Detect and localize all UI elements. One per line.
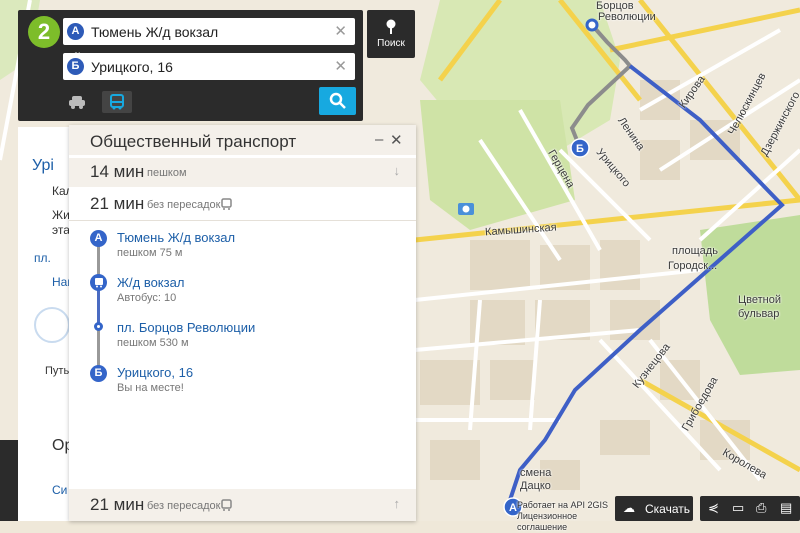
map-label-cvetnoy: Цветной [738,294,781,306]
route-icon[interactable] [34,307,70,343]
bus-icon [221,198,232,213]
step-title[interactable]: пл. Борцов Революции [117,320,255,335]
license-link[interactable]: Лицензионное соглашение [495,511,615,533]
cloud-download-icon: ☁ [623,501,635,515]
info-icon[interactable]: ▤ [780,500,792,516]
option-note: пешком [147,167,187,179]
car-icon [69,96,85,109]
step-sub: пешком 530 м [117,337,189,349]
place-line: эта [52,223,70,237]
2gis-logo[interactable]: 2 [28,16,60,48]
transport-header: Общественный транспорт – ✕ [69,125,416,155]
route-search-panel: 2 А Тюмень Ж/д вокзал ✕ ⇅ Б Урицкого, 16… [18,10,363,121]
route-to-input[interactable]: Урицкого, 16 [91,59,173,75]
comment-icon[interactable]: ▭ [732,500,744,516]
map-credits: Работает на API 2GIS Лицензионное соглаш… [495,496,615,532]
route-from-input[interactable]: Тюмень Ж/д вокзал [91,24,218,40]
bus-icon [221,499,232,514]
route-from-field[interactable]: А Тюмень Ж/д вокзал ✕ [63,18,355,45]
route-caption: Путь [45,365,70,377]
map-label-ploshchad: площадь [672,245,718,257]
map-label-gorodskaya: Городск... [668,260,718,272]
from-marker-icon: А [67,23,84,40]
chevron-up-icon[interactable]: ↑ [394,496,401,511]
step-marker-end: Б [90,365,107,382]
transit-mode-button[interactable] [102,91,132,113]
map-tools: ⋞ ▭ ⎙ ▤ [700,496,800,521]
route-option-transit-alt[interactable]: 21 мин без пересадок ↑ [69,489,416,521]
download-button[interactable]: ☁ Скачать [615,496,693,521]
clear-to-icon[interactable]: ✕ [334,57,347,75]
search-button-label: Поиск [377,38,405,49]
option-note: без пересадок [147,500,221,512]
camera-icon[interactable] [458,203,474,215]
map-label-bulvar: бульвар [738,308,780,320]
find-route-button[interactable] [319,87,356,115]
step-sub: Автобус: 10 [117,292,177,304]
car-mode-button[interactable] [62,91,92,113]
step-title[interactable]: Тюмень Ж/д вокзал [117,230,235,245]
option-note: без пересадок [147,199,221,211]
step-dot [94,322,103,331]
clear-from-icon[interactable]: ✕ [334,22,347,40]
download-label: Скачать [645,502,690,516]
map-label-revolucii: Революции [598,11,656,23]
print-icon[interactable]: ⎙ [756,500,766,516]
option-time: 21 мин [90,495,145,514]
map-label-dacko: Дацко [520,480,551,492]
option-time: 21 мин [90,194,145,213]
place-card-background: Урі Кал Жил эта пл. Наи Путь Ор Си [18,127,77,521]
minimize-icon[interactable]: – [375,131,383,148]
svg-text:Б: Б [576,143,584,155]
pin-icon [386,19,396,34]
step-sub: Вы на месте! [117,382,184,394]
credit-link[interactable]: Работает на API 2GIS [495,500,615,511]
place-link[interactable]: пл. [34,251,51,265]
transport-panel: Общественный транспорт – ✕ 14 мин пешком… [69,125,416,521]
option-time: 14 мин [90,162,145,181]
chevron-down-icon[interactable]: ↓ [394,163,401,178]
route-option-transit[interactable]: 21 мин без пересадок [69,190,416,219]
close-icon[interactable]: ✕ [390,131,403,149]
left-toolbar[interactable] [0,440,18,521]
step-title[interactable]: Урицкого, 16 [117,365,193,380]
place-link[interactable]: Си [52,483,67,497]
step-marker-start: А [90,230,107,247]
divider [69,220,416,221]
step-title[interactable]: Ж/д вокзал [117,275,184,290]
bus-icon [110,94,124,110]
route-start-dot [585,18,599,32]
place-title[interactable]: Урі [32,157,54,175]
map-label-smena: смена [520,467,552,479]
bus-stop-icon [90,274,107,291]
route-option-walk[interactable]: 14 мин пешком ↓ [69,158,416,187]
share-icon[interactable]: ⋞ [708,500,719,516]
search-icon [329,92,346,109]
map-end-marker[interactable]: Б [570,138,590,158]
route-to-field[interactable]: Б Урицкого, 16 ✕ [63,53,355,80]
to-marker-icon: Б [67,58,84,75]
transport-title: Общественный транспорт [90,132,297,151]
step-sub: пешком 75 м [117,247,183,259]
search-button[interactable]: Поиск [367,10,415,58]
